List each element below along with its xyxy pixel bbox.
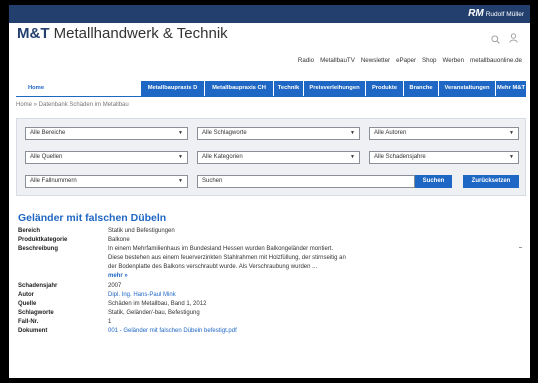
filter-schlagworte-value: Alle Schlagworte [202, 130, 247, 136]
author-link[interactable]: Dipl. Ing. Hans-Paul Mink [108, 291, 176, 300]
service-links: Radio MetallbauTV Newsletter ePaper Shop… [298, 57, 522, 64]
nav-technik[interactable]: Technik [274, 81, 303, 96]
reset-button[interactable]: Zurücksetzen [463, 175, 519, 188]
detail-row-schlagworte: Schlagworte Statik, Geländer/-bau, Befes… [18, 309, 518, 318]
chevron-down-icon: ▼ [178, 130, 183, 136]
publisher-logo-text: Rudolf Müller [485, 11, 524, 18]
detail-value: In einem Mehrfamilienhaus im Bundesland … [108, 245, 348, 281]
search-input[interactable]: Suchen [197, 175, 415, 188]
site-logo[interactable]: M&T Metallhandwerk & Technik [17, 25, 228, 42]
site-logo-text: Metallhandwerk & Technik [49, 25, 228, 42]
filter-quellen-select[interactable]: Alle Quellen ▼ [25, 151, 188, 164]
link-radio[interactable]: Radio [298, 57, 314, 64]
nav-branche[interactable]: Branche [404, 81, 438, 96]
filter-autoren-select[interactable]: Alle Autoren ▼ [369, 127, 519, 140]
breadcrumb[interactable]: Home » Datenbank Schäden im Metallbau [16, 102, 129, 108]
detail-value: Schäden im Metallbau, Band 1, 2012 [108, 301, 207, 307]
publisher-bar: RM Rudolf Müller [9, 5, 530, 23]
search-icon[interactable] [491, 31, 500, 49]
detail-row-schadensjahr: Schadensjahr 2007 [18, 282, 518, 291]
detail-row-bereich: Bereich Statik und Befestigungen [18, 227, 518, 236]
site-logo-mark: M&T [17, 25, 50, 42]
browser-page: RM Rudolf Müller M&T Metallhandwerk & Tec… [9, 5, 530, 378]
description-text: In einem Mehrfamilienhaus im Bundesland … [108, 246, 346, 270]
nav-metallbaupraxis-ch[interactable]: Metallbaupraxis CH [205, 81, 273, 96]
chevron-down-icon: ▼ [509, 154, 514, 160]
more-link[interactable]: mehr » [108, 273, 128, 279]
filter-kategorien-value: Alle Kategorien [202, 154, 243, 160]
link-newsletter[interactable]: Newsletter [361, 57, 390, 64]
search-button[interactable]: Suchen [415, 175, 452, 188]
detail-value: Statik und Befestigungen [108, 228, 175, 234]
filter-schlagworte-select[interactable]: Alle Schlagworte ▼ [197, 127, 360, 140]
detail-row-produktkategorie: Produktkategorie Balkone [18, 236, 518, 245]
detail-label: Quelle [18, 301, 37, 307]
nav-produkte[interactable]: Produkte [366, 81, 403, 96]
nav-divider [16, 96, 526, 97]
nav-mehr[interactable]: Mehr M&T [496, 81, 526, 96]
filter-fallnummern-value: Alle Fallnummern [30, 178, 77, 184]
scroll-indicator [519, 247, 522, 248]
detail-row-quelle: Quelle Schäden im Metallbau, Band 1, 201… [18, 300, 518, 309]
detail-label: Schlagworte [18, 310, 54, 316]
filter-panel: Alle Bereiche ▼ Alle Schlagworte ▼ Alle … [16, 118, 526, 196]
detail-row-autor: Autor Dipl. Ing. Hans-Paul Mink [18, 291, 518, 300]
main-navigation: Home Metallbaupraxis D Metallbaupraxis C… [16, 81, 526, 97]
chevron-down-icon: ▼ [509, 130, 514, 136]
filter-schadensjahre-value: Alle Schadensjahre [374, 154, 426, 160]
chevron-down-icon: ▼ [350, 154, 355, 160]
detail-value: Statik, Geländer/-bau, Befestigung [108, 310, 200, 316]
nav-home[interactable]: Home [16, 81, 56, 96]
nav-metallbaupraxis-d[interactable]: Metallbaupraxis D [141, 81, 204, 96]
filter-schadensjahre-select[interactable]: Alle Schadensjahre ▼ [369, 151, 519, 164]
link-shop[interactable]: Shop [422, 57, 436, 64]
detail-value: 2007 [108, 283, 122, 289]
filter-quellen-value: Alle Quellen [30, 154, 63, 160]
detail-label: Fall-Nr. [18, 319, 39, 325]
filter-fallnummern-select[interactable]: Alle Fallnummern ▼ [25, 175, 188, 188]
filter-autoren-value: Alle Autoren [374, 130, 407, 136]
chevron-down-icon: ▼ [178, 154, 183, 160]
detail-label: Produktkategorie [18, 237, 68, 243]
nav-veranstaltungen[interactable]: Veranstaltungen [439, 81, 495, 96]
detail-value: Balkone [108, 237, 130, 243]
detail-label: Schadensjahr [18, 283, 58, 289]
filter-kategorien-select[interactable]: Alle Kategorien ▼ [197, 151, 360, 164]
chevron-down-icon: ▼ [350, 130, 355, 136]
link-werben[interactable]: Werben [442, 57, 464, 64]
search-placeholder: Suchen [202, 178, 223, 184]
document-link[interactable]: 001 - Geländer mit falschen Dübeln befes… [108, 327, 237, 336]
detail-row-fallnr: Fall-Nr. 1 [18, 318, 518, 327]
detail-row-beschreibung: Beschreibung In einem Mehrfamilienhaus i… [18, 245, 518, 282]
detail-value: 1 [108, 319, 112, 325]
filter-bereiche-select[interactable]: Alle Bereiche ▼ [25, 127, 188, 140]
result-details: Bereich Statik und Befestigungen Produkt… [18, 227, 518, 336]
publisher-logo[interactable]: RM Rudolf Müller [468, 8, 524, 19]
publisher-logo-mark: RM [468, 8, 484, 19]
detail-label: Autor [18, 292, 34, 298]
detail-label: Bereich [18, 228, 41, 234]
detail-label: Beschreibung [18, 246, 59, 252]
detail-label: Dokument [18, 328, 48, 334]
link-epaper[interactable]: ePaper [396, 57, 416, 64]
nav-preisverleihungen[interactable]: Preisverleihungen [304, 81, 365, 96]
user-icon[interactable] [509, 30, 518, 48]
filter-bereiche-value: Alle Bereiche [30, 130, 66, 136]
chevron-down-icon: ▼ [178, 178, 183, 184]
result-title[interactable]: Geländer mit falschen Dübeln [18, 212, 166, 224]
link-metallbautv[interactable]: MetallbauTV [320, 57, 355, 64]
detail-row-dokument: Dokument 001 - Geländer mit falschen Düb… [18, 327, 518, 336]
link-metallbauonline[interactable]: metallbauonline.de [470, 57, 522, 64]
